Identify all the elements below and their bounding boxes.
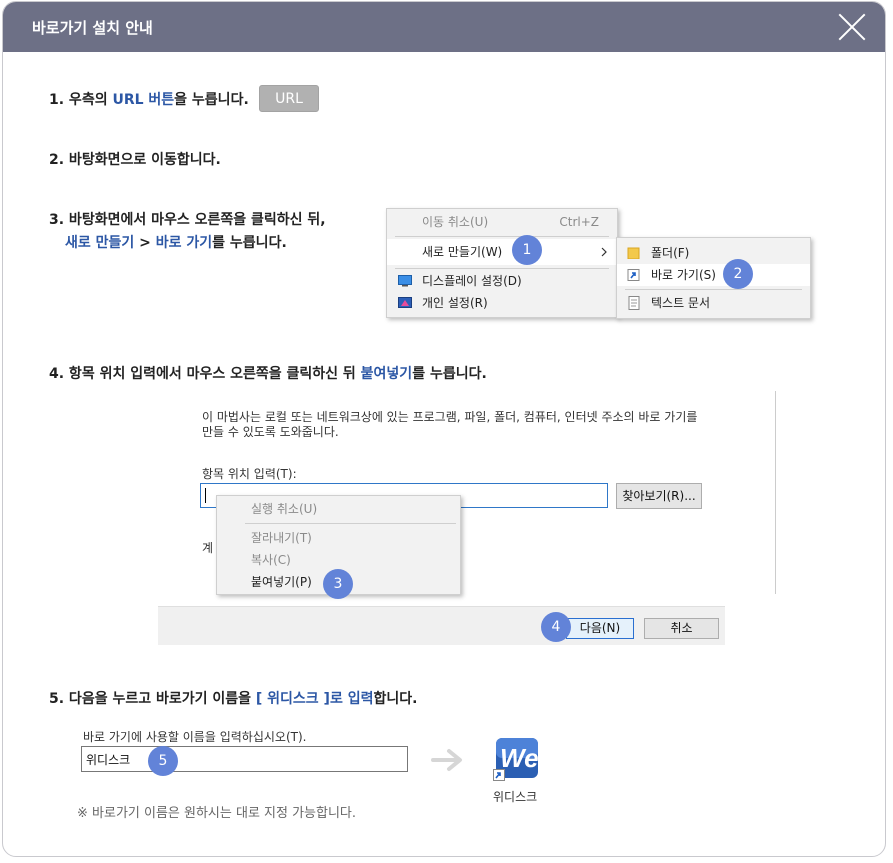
edit-menu-cut[interactable]: 잘라내기(T) (217, 527, 460, 549)
submenu-item-textdoc[interactable]: 텍스트 문서 (617, 292, 810, 314)
url-button[interactable]: URL (259, 85, 319, 112)
step-3-separator: > (134, 235, 156, 251)
step-5-highlight: [ 위디스크 ]로 입력 (255, 691, 374, 707)
step-badge-3: 3 (323, 569, 353, 599)
partial-label: 계 (202, 541, 214, 555)
menu-separator (395, 268, 609, 269)
menu-item-undo-label: 이동 취소(U) (422, 215, 489, 229)
submenu-item-folder-label: 폴더(F) (651, 246, 690, 260)
edit-menu-copy-label: 복사(C) (251, 553, 291, 567)
monitor-icon (398, 275, 412, 287)
next-button[interactable]: 다음(N) (566, 618, 634, 639)
shortcut-name-input[interactable]: 위디스크 (81, 746, 408, 772)
location-label: 항목 위치 입력(T): (202, 467, 297, 481)
step-4-prefix: 4. 항목 위치 입력에서 마우스 오른쪽을 클릭하신 뒤 (49, 366, 361, 382)
dialog-title: 바로가기 설치 안내 (32, 19, 153, 37)
cancel-button[interactable]: 취소 (644, 618, 719, 639)
step-badge-1: 1 (512, 235, 542, 265)
close-icon[interactable] (837, 12, 867, 42)
menu-item-new[interactable]: 새로 만들기(W) (387, 239, 617, 265)
wizard-footer: 다음(N) 취소 (158, 606, 725, 645)
edit-menu-undo-label: 실행 취소(U) (251, 502, 318, 516)
text-caret (205, 488, 206, 503)
submenu-item-folder[interactable]: 폴더(F) (617, 242, 810, 264)
step-3-line2: 새로 만들기 > 바로 가기를 누릅니다. (65, 232, 287, 252)
name-label: 바로 가기에 사용할 이름을 입력하십시오(T). (83, 730, 307, 744)
widisk-logo-text: We (500, 743, 539, 773)
step-5-suffix: 합니다. (373, 691, 418, 707)
submenu-item-shortcut[interactable]: 바로 가기(S) (617, 264, 810, 286)
install-guide-dialog: 바로가기 설치 안내 1. 우측의 URL 버튼을 누릅니다. URL 2. 바… (2, 1, 886, 857)
menu-separator (245, 523, 456, 524)
browse-button[interactable]: 찾아보기(R)... (616, 483, 702, 509)
step-1-prefix: 1. 우측의 (49, 92, 113, 108)
shortcut-name-value: 위디스크 (86, 753, 131, 767)
step-badge-4: 4 (541, 612, 571, 642)
personalize-icon (398, 297, 412, 308)
widisk-logo-icon: We (493, 737, 541, 783)
shortcut-wizard-panel: 이 마법사는 로컬 또는 네트워크상에 있는 프로그램, 파일, 폴더, 컴퓨터… (160, 391, 776, 595)
shortcut-arrow-icon (493, 769, 505, 781)
step-3-highlight-new: 새로 만들기 (65, 235, 135, 251)
step-3-suffix: 를 누릅니다. (212, 235, 287, 251)
step-5: 5. 다음을 누르고 바로가기 이름을 [ 위디스크 ]로 입력합니다. (49, 688, 417, 708)
step-3-highlight-shortcut: 바로 가기 (155, 235, 213, 251)
text-document-icon (628, 296, 640, 310)
edit-menu-paste-label: 붙여넣기(P) (251, 575, 312, 589)
edit-menu-copy[interactable]: 복사(C) (217, 549, 460, 571)
step-4: 4. 항목 위치 입력에서 마우스 오른쪽을 클릭하신 뒤 붙여넣기를 누릅니다… (49, 363, 487, 383)
menu-item-undo[interactable]: 이동 취소(U) Ctrl+Z (387, 211, 617, 233)
menu-item-undo-shortcut: Ctrl+Z (559, 215, 599, 229)
step-badge-2: 2 (723, 259, 753, 289)
menu-item-display-label: 디스플레이 설정(D) (422, 274, 522, 288)
widisk-icon-caption: 위디스크 (493, 790, 538, 804)
step-1: 1. 우측의 URL 버튼을 누릅니다. (49, 89, 249, 109)
chevron-right-icon (601, 247, 607, 257)
folder-icon (627, 247, 640, 259)
submenu-item-textdoc-label: 텍스트 문서 (651, 296, 711, 310)
submenu-item-shortcut-label: 바로 가기(S) (651, 268, 716, 282)
desktop-context-menu: 이동 취소(U) Ctrl+Z 새로 만들기(W) 디스플레이 설정(D) 개인… (386, 208, 618, 318)
edit-menu-cut-label: 잘라내기(T) (251, 531, 312, 545)
step-4-suffix: 를 누릅니다. (412, 366, 487, 382)
menu-item-display[interactable]: 디스플레이 설정(D) (387, 270, 617, 292)
menu-item-new-label: 새로 만들기(W) (422, 245, 503, 259)
wizard-description-2: 만들 수 있도록 도와줍니다. (202, 425, 339, 439)
menu-separator (625, 289, 802, 290)
menu-separator (395, 236, 609, 237)
step-3-line1: 3. 바탕화면에서 마우스 오른쪽을 클릭하신 뒤, (49, 212, 326, 228)
arrow-right-icon (431, 749, 462, 771)
shortcut-icon (627, 269, 640, 281)
step-4-highlight: 붙여넣기 (360, 366, 413, 382)
edit-menu-undo[interactable]: 실행 취소(U) (217, 498, 460, 520)
title-bar: 바로가기 설치 안내 (3, 2, 885, 52)
new-submenu: 폴더(F) 바로 가기(S) 텍스트 문서 (616, 237, 811, 319)
menu-item-personal-label: 개인 설정(R) (422, 296, 488, 310)
name-note: ※ 바로가기 이름은 원하시는 대로 지정 가능합니다. (77, 806, 357, 821)
step-1-suffix: 을 누릅니다. (174, 92, 249, 108)
step-2: 2. 바탕화면으로 이동합니다. (49, 152, 221, 168)
step-1-highlight: URL 버튼 (112, 92, 175, 108)
step-5-prefix: 5. 다음을 누르고 바로가기 이름을 (49, 691, 256, 707)
step-badge-5: 5 (148, 746, 178, 776)
menu-item-personal[interactable]: 개인 설정(R) (387, 292, 617, 314)
